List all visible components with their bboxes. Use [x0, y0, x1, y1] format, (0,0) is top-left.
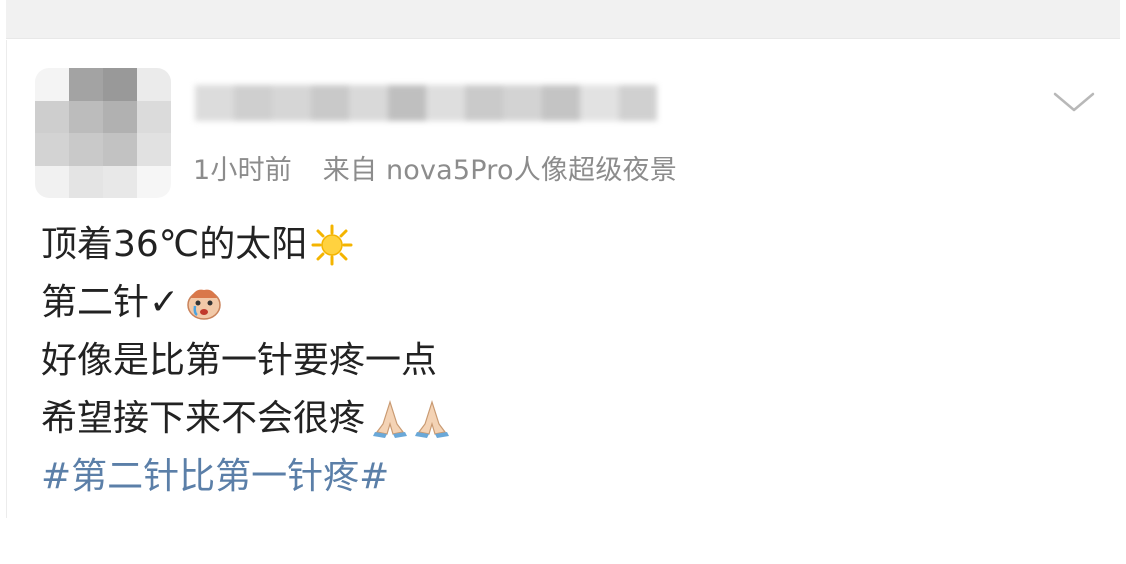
post-line-text: 希望接下来不会很疼	[41, 398, 366, 439]
post-line: 顶着36℃的太阳	[41, 216, 453, 274]
hashtag-line: #第二针比第一针疼#	[41, 448, 453, 506]
chevron-down-icon[interactable]	[1052, 88, 1096, 116]
post-line: 好像是比第一针要疼一点	[41, 332, 453, 390]
sun-emoji-icon	[311, 224, 353, 266]
username-blurred[interactable]	[195, 68, 657, 138]
praying-hands-emoji-icon	[373, 400, 408, 438]
avatar[interactable]	[35, 68, 171, 198]
post-line-text: 顶着36℃的太阳	[41, 224, 308, 265]
post-line: 第二针✓	[41, 274, 453, 332]
weibo-post-card: 1小时前 来自 nova5Pro人像超级夜景 顶着36℃的太阳 第二针✓ 好像是…	[6, 40, 1121, 518]
post-source[interactable]: 来自 nova5Pro人像超级夜景	[323, 155, 677, 186]
screen: 1小时前 来自 nova5Pro人像超级夜景 顶着36℃的太阳 第二针✓ 好像是…	[0, 0, 1126, 564]
top-bar	[6, 0, 1120, 39]
post-line: 希望接下来不会很疼	[41, 390, 453, 448]
hashtag-link[interactable]: #第二针比第一针疼#	[41, 448, 389, 506]
post-line-text: 好像是比第一针要疼一点	[41, 340, 438, 381]
post-body: 顶着36℃的太阳 第二针✓ 好像是比第一针要疼一点 希望接下来不会很疼 #第二针…	[41, 216, 453, 506]
crying-face-emoji-icon	[187, 289, 221, 320]
post-time: 1小时前	[193, 155, 292, 186]
post-meta: 1小时前 来自 nova5Pro人像超级夜景	[193, 148, 677, 187]
post-line-text: 第二针✓	[41, 282, 180, 323]
praying-hands-emoji-icon	[415, 400, 450, 438]
